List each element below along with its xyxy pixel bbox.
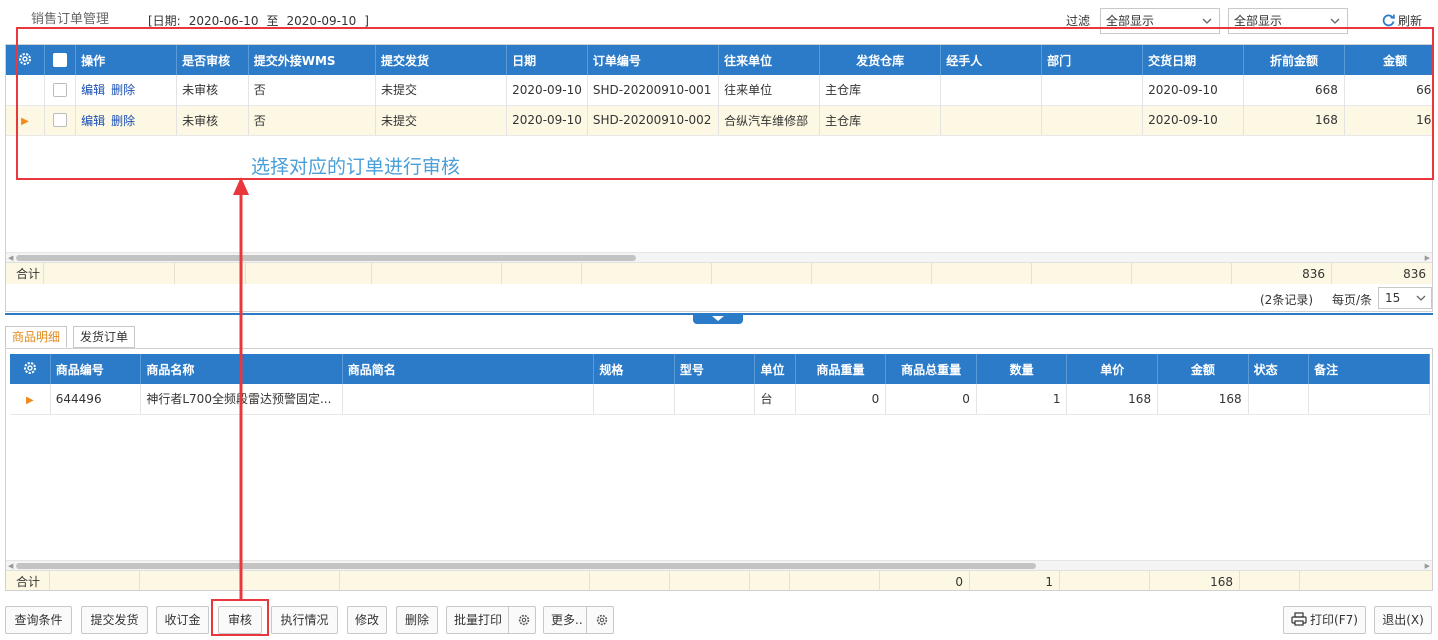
col-header[interactable]: 商品简名 xyxy=(342,354,595,384)
sum-amount: 168 xyxy=(1150,571,1240,590)
cell-amount: 168 xyxy=(1157,384,1249,415)
col-header[interactable]: 单价 xyxy=(1066,354,1159,384)
orders-hscrollbar[interactable]: ◀ ▶ xyxy=(6,252,1432,262)
submit-shipping-button[interactable]: 提交发货 xyxy=(81,606,148,634)
tab-shipping-orders[interactable]: 发货订单 xyxy=(73,326,136,348)
cell-unit: 台 xyxy=(754,384,796,415)
annotation-text: 选择对应的订单进行审核 xyxy=(251,156,461,178)
date-to[interactable]: 2020-09-10 xyxy=(287,14,357,28)
delete-button[interactable]: 删除 xyxy=(396,606,438,634)
tab-product-details[interactable]: 商品明细 xyxy=(5,326,68,348)
highlight-box-audit xyxy=(211,599,269,636)
pagination-bar: (2条记录) 每页/条 15 xyxy=(5,284,1433,312)
caret-down-icon xyxy=(712,316,724,321)
collect-deposit-button[interactable]: 收订金 xyxy=(156,606,209,634)
table-row[interactable]: ▶ 644496 神行者L700全频段雷达预警固定... 台 0 0 1 168… xyxy=(10,384,1430,415)
col-header[interactable]: 备注 xyxy=(1308,354,1430,384)
cell-price: 168 xyxy=(1066,384,1159,415)
per-page-label: 每页/条 xyxy=(1332,293,1373,307)
sum-amount: 836 xyxy=(1403,267,1426,281)
record-count: (2条记录) xyxy=(1260,293,1313,307)
chevron-down-icon xyxy=(1330,18,1340,24)
per-page-select[interactable]: 15 xyxy=(1378,287,1432,309)
cell-product-code: 644496 xyxy=(50,384,142,415)
col-header[interactable]: 型号 xyxy=(674,354,756,384)
cell-short-name xyxy=(342,384,595,415)
details-hscrollbar[interactable]: ◀ ▶ xyxy=(6,560,1432,570)
cell-total-weight: 0 xyxy=(885,384,977,415)
sum-quantity: 1 xyxy=(970,571,1060,590)
cell-quantity: 1 xyxy=(976,384,1068,415)
details-table: 商品编号 商品名称 商品简名 规格 型号 单位 商品重量 商品总重量 数量 单价… xyxy=(10,354,1430,415)
gear-icon[interactable] xyxy=(517,613,531,627)
execution-status-button[interactable]: 执行情况 xyxy=(271,606,338,634)
cell-spec xyxy=(593,384,675,415)
scroll-thumb[interactable] xyxy=(16,255,636,261)
page-title: 销售订单管理 xyxy=(31,12,110,27)
query-conditions-button[interactable]: 查询条件 xyxy=(5,606,72,634)
row-indicator: ▶ xyxy=(10,384,51,415)
chevron-down-icon xyxy=(1416,295,1426,301)
gear-icon xyxy=(23,361,36,374)
col-header[interactable]: 规格 xyxy=(593,354,675,384)
col-header[interactable]: 商品重量 xyxy=(795,354,887,384)
col-header[interactable]: 状态 xyxy=(1248,354,1310,384)
current-row-arrow-icon: ▶ xyxy=(26,394,34,406)
col-header[interactable]: 数量 xyxy=(976,354,1068,384)
refresh-icon xyxy=(1382,14,1395,27)
gear-icon[interactable] xyxy=(595,613,609,627)
date-from[interactable]: 2020-06-10 xyxy=(189,14,259,28)
orders-summary-row: 合计 836 836 xyxy=(6,262,1432,284)
print-button[interactable]: 打印(F7) xyxy=(1283,606,1366,634)
highlight-box-orders xyxy=(16,27,1434,180)
col-header[interactable]: 单位 xyxy=(754,354,796,384)
batch-print-button[interactable]: 批量打印 xyxy=(446,606,536,634)
collapse-panel-button[interactable] xyxy=(693,314,743,324)
cell-model xyxy=(674,384,756,415)
modify-button[interactable]: 修改 xyxy=(347,606,387,634)
details-grid: 商品编号 商品名称 商品简名 规格 型号 单位 商品重量 商品总重量 数量 单价… xyxy=(5,348,1433,591)
grid-settings-button[interactable] xyxy=(10,354,51,384)
col-header[interactable]: 商品总重量 xyxy=(885,354,977,384)
sum-total-weight: 0 xyxy=(880,571,970,590)
col-header[interactable]: 金额 xyxy=(1157,354,1249,384)
details-summary-row: 合计 0 1 168 xyxy=(6,570,1432,590)
col-header[interactable]: 商品编号 xyxy=(50,354,142,384)
cell-weight: 0 xyxy=(795,384,887,415)
cell-status xyxy=(1248,384,1310,415)
chevron-down-icon xyxy=(1202,18,1212,24)
sum-pre-amount: 836 xyxy=(1232,263,1332,284)
scroll-thumb[interactable] xyxy=(16,563,1036,569)
cell-note xyxy=(1308,384,1430,415)
exit-button[interactable]: 退出(X) xyxy=(1374,606,1432,634)
annotation-arrow-icon xyxy=(233,177,249,600)
printer-icon xyxy=(1291,612,1307,626)
more-button[interactable]: 更多.. xyxy=(543,606,614,634)
